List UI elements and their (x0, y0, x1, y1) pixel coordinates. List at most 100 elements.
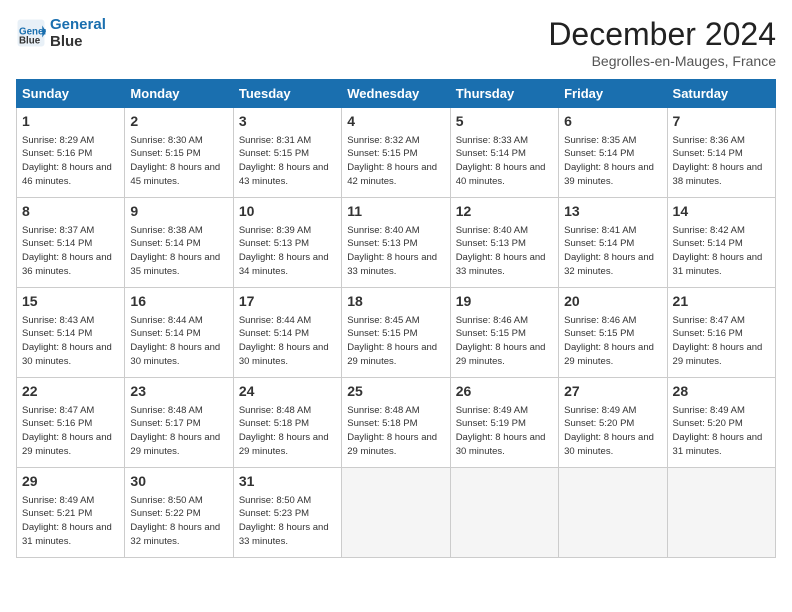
day-number: 25 (347, 382, 444, 402)
day-number: 1 (22, 112, 119, 132)
day-number: 28 (673, 382, 770, 402)
day-info: Sunrise: 8:44 AM Sunset: 5:14 PM Dayligh… (239, 314, 336, 369)
week-row-5: 29 Sunrise: 8:49 AM Sunset: 5:21 PM Dayl… (17, 468, 776, 558)
day-header-sunday: Sunday (17, 80, 125, 108)
day-info: Sunrise: 8:49 AM Sunset: 5:20 PM Dayligh… (564, 404, 661, 459)
day-cell (450, 468, 558, 558)
day-info: Sunrise: 8:29 AM Sunset: 5:16 PM Dayligh… (22, 134, 119, 189)
day-cell: 23 Sunrise: 8:48 AM Sunset: 5:17 PM Dayl… (125, 378, 233, 468)
day-header-wednesday: Wednesday (342, 80, 450, 108)
calendar-table: SundayMondayTuesdayWednesdayThursdayFrid… (16, 79, 776, 558)
day-info: Sunrise: 8:43 AM Sunset: 5:14 PM Dayligh… (22, 314, 119, 369)
day-cell: 24 Sunrise: 8:48 AM Sunset: 5:18 PM Dayl… (233, 378, 341, 468)
day-number: 7 (673, 112, 770, 132)
day-number: 3 (239, 112, 336, 132)
day-cell: 31 Sunrise: 8:50 AM Sunset: 5:23 PM Dayl… (233, 468, 341, 558)
day-cell: 21 Sunrise: 8:47 AM Sunset: 5:16 PM Dayl… (667, 288, 775, 378)
day-info: Sunrise: 8:46 AM Sunset: 5:15 PM Dayligh… (564, 314, 661, 369)
day-info: Sunrise: 8:44 AM Sunset: 5:14 PM Dayligh… (130, 314, 227, 369)
day-cell: 15 Sunrise: 8:43 AM Sunset: 5:14 PM Dayl… (17, 288, 125, 378)
day-cell: 26 Sunrise: 8:49 AM Sunset: 5:19 PM Dayl… (450, 378, 558, 468)
day-number: 22 (22, 382, 119, 402)
day-cell: 16 Sunrise: 8:44 AM Sunset: 5:14 PM Dayl… (125, 288, 233, 378)
day-info: Sunrise: 8:50 AM Sunset: 5:22 PM Dayligh… (130, 494, 227, 549)
day-cell: 13 Sunrise: 8:41 AM Sunset: 5:14 PM Dayl… (559, 198, 667, 288)
day-info: Sunrise: 8:49 AM Sunset: 5:21 PM Dayligh… (22, 494, 119, 549)
day-cell: 20 Sunrise: 8:46 AM Sunset: 5:15 PM Dayl… (559, 288, 667, 378)
day-number: 31 (239, 472, 336, 492)
day-info: Sunrise: 8:48 AM Sunset: 5:18 PM Dayligh… (239, 404, 336, 459)
day-cell: 7 Sunrise: 8:36 AM Sunset: 5:14 PM Dayli… (667, 108, 775, 198)
day-cell: 29 Sunrise: 8:49 AM Sunset: 5:21 PM Dayl… (17, 468, 125, 558)
day-cell: 18 Sunrise: 8:45 AM Sunset: 5:15 PM Dayl… (342, 288, 450, 378)
day-number: 8 (22, 202, 119, 222)
day-cell: 30 Sunrise: 8:50 AM Sunset: 5:22 PM Dayl… (125, 468, 233, 558)
day-number: 12 (456, 202, 553, 222)
day-info: Sunrise: 8:31 AM Sunset: 5:15 PM Dayligh… (239, 134, 336, 189)
day-info: Sunrise: 8:36 AM Sunset: 5:14 PM Dayligh… (673, 134, 770, 189)
day-info: Sunrise: 8:49 AM Sunset: 5:19 PM Dayligh… (456, 404, 553, 459)
day-cell: 4 Sunrise: 8:32 AM Sunset: 5:15 PM Dayli… (342, 108, 450, 198)
day-cell: 2 Sunrise: 8:30 AM Sunset: 5:15 PM Dayli… (125, 108, 233, 198)
day-cell: 8 Sunrise: 8:37 AM Sunset: 5:14 PM Dayli… (17, 198, 125, 288)
day-info: Sunrise: 8:38 AM Sunset: 5:14 PM Dayligh… (130, 224, 227, 279)
day-number: 15 (22, 292, 119, 312)
day-cell (342, 468, 450, 558)
day-number: 26 (456, 382, 553, 402)
day-cell: 19 Sunrise: 8:46 AM Sunset: 5:15 PM Dayl… (450, 288, 558, 378)
day-number: 18 (347, 292, 444, 312)
day-cell (667, 468, 775, 558)
day-number: 21 (673, 292, 770, 312)
day-info: Sunrise: 8:48 AM Sunset: 5:18 PM Dayligh… (347, 404, 444, 459)
day-number: 20 (564, 292, 661, 312)
day-header-monday: Monday (125, 80, 233, 108)
day-info: Sunrise: 8:48 AM Sunset: 5:17 PM Dayligh… (130, 404, 227, 459)
day-info: Sunrise: 8:40 AM Sunset: 5:13 PM Dayligh… (456, 224, 553, 279)
day-cell: 10 Sunrise: 8:39 AM Sunset: 5:13 PM Dayl… (233, 198, 341, 288)
day-info: Sunrise: 8:35 AM Sunset: 5:14 PM Dayligh… (564, 134, 661, 189)
day-cell: 3 Sunrise: 8:31 AM Sunset: 5:15 PM Dayli… (233, 108, 341, 198)
day-number: 16 (130, 292, 227, 312)
day-number: 29 (22, 472, 119, 492)
day-cell: 25 Sunrise: 8:48 AM Sunset: 5:18 PM Dayl… (342, 378, 450, 468)
day-number: 11 (347, 202, 444, 222)
day-cell: 11 Sunrise: 8:40 AM Sunset: 5:13 PM Dayl… (342, 198, 450, 288)
month-title: December 2024 (548, 16, 776, 53)
week-row-3: 15 Sunrise: 8:43 AM Sunset: 5:14 PM Dayl… (17, 288, 776, 378)
day-header-thursday: Thursday (450, 80, 558, 108)
day-cell: 12 Sunrise: 8:40 AM Sunset: 5:13 PM Dayl… (450, 198, 558, 288)
week-row-1: 1 Sunrise: 8:29 AM Sunset: 5:16 PM Dayli… (17, 108, 776, 198)
logo: General Blue General Blue (16, 16, 106, 51)
day-number: 23 (130, 382, 227, 402)
logo-icon: General Blue (16, 18, 46, 48)
day-cell: 22 Sunrise: 8:47 AM Sunset: 5:16 PM Dayl… (17, 378, 125, 468)
week-row-4: 22 Sunrise: 8:47 AM Sunset: 5:16 PM Dayl… (17, 378, 776, 468)
days-header-row: SundayMondayTuesdayWednesdayThursdayFrid… (17, 80, 776, 108)
day-cell: 5 Sunrise: 8:33 AM Sunset: 5:14 PM Dayli… (450, 108, 558, 198)
svg-text:Blue: Blue (19, 36, 41, 47)
day-number: 27 (564, 382, 661, 402)
day-info: Sunrise: 8:47 AM Sunset: 5:16 PM Dayligh… (673, 314, 770, 369)
day-number: 24 (239, 382, 336, 402)
day-cell: 6 Sunrise: 8:35 AM Sunset: 5:14 PM Dayli… (559, 108, 667, 198)
day-info: Sunrise: 8:49 AM Sunset: 5:20 PM Dayligh… (673, 404, 770, 459)
day-number: 13 (564, 202, 661, 222)
day-header-saturday: Saturday (667, 80, 775, 108)
day-number: 10 (239, 202, 336, 222)
day-number: 6 (564, 112, 661, 132)
logo-blue: Blue (50, 33, 106, 50)
day-number: 4 (347, 112, 444, 132)
day-cell: 27 Sunrise: 8:49 AM Sunset: 5:20 PM Dayl… (559, 378, 667, 468)
title-block: December 2024 Begrolles-en-Mauges, Franc… (548, 16, 776, 69)
day-number: 30 (130, 472, 227, 492)
day-info: Sunrise: 8:33 AM Sunset: 5:14 PM Dayligh… (456, 134, 553, 189)
day-cell: 1 Sunrise: 8:29 AM Sunset: 5:16 PM Dayli… (17, 108, 125, 198)
day-info: Sunrise: 8:42 AM Sunset: 5:14 PM Dayligh… (673, 224, 770, 279)
day-info: Sunrise: 8:30 AM Sunset: 5:15 PM Dayligh… (130, 134, 227, 189)
day-info: Sunrise: 8:47 AM Sunset: 5:16 PM Dayligh… (22, 404, 119, 459)
week-row-2: 8 Sunrise: 8:37 AM Sunset: 5:14 PM Dayli… (17, 198, 776, 288)
day-info: Sunrise: 8:37 AM Sunset: 5:14 PM Dayligh… (22, 224, 119, 279)
day-cell (559, 468, 667, 558)
day-cell: 17 Sunrise: 8:44 AM Sunset: 5:14 PM Dayl… (233, 288, 341, 378)
day-header-friday: Friday (559, 80, 667, 108)
